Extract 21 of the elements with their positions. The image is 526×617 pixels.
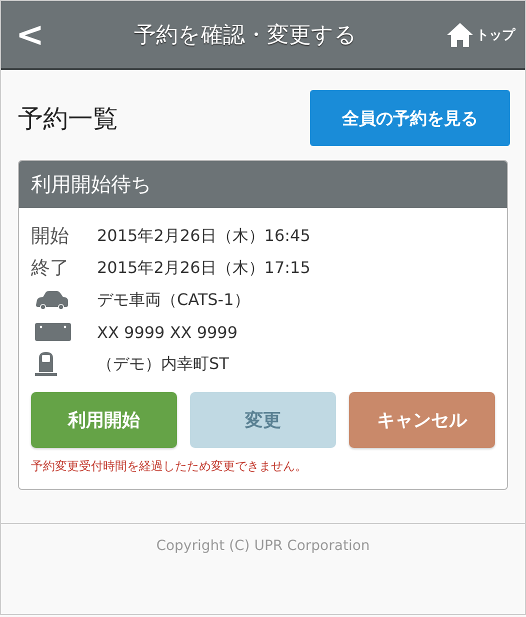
back-button[interactable]: < (15, 14, 45, 54)
view-all-reservations-button[interactable]: 全員の予約を見る (310, 90, 510, 146)
car-icon (35, 291, 69, 309)
field-value: デモ車両（CATS-1） (97, 290, 250, 310)
cancel-button[interactable]: キャンセル (349, 392, 495, 448)
field-value: 2015年2月26日（木）16:45 (97, 226, 310, 246)
section-title: 予約一覧 (18, 102, 118, 134)
license-plate-icon (35, 323, 71, 341)
field-value: 2015年2月26日（木）17:15 (97, 258, 310, 278)
page-header-title: 予約を確認・変更する (133, 22, 358, 50)
field-value: （デモ）内幸町ST (97, 354, 229, 374)
field-label: 終了 (31, 256, 70, 281)
field-label: 開始 (31, 224, 70, 249)
copyright-text: Copyright (C) UPR Corporation (1, 523, 525, 554)
start-button[interactable]: 利用開始 (31, 392, 177, 448)
status-header: 利用開始待ち (19, 161, 507, 208)
field-value: XX 9999 XX 9999 (97, 322, 238, 342)
station-icon (35, 352, 57, 376)
home-icon (446, 22, 474, 48)
notice-text: 予約変更受付時間を経過したため変更できません。 (31, 458, 308, 475)
home-button[interactable]: トップ (446, 22, 515, 48)
